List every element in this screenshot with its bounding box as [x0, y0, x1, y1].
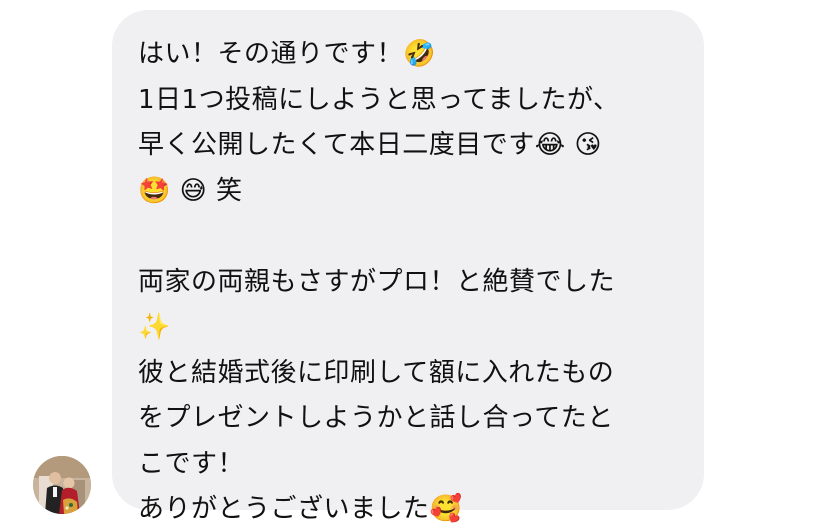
message-bubble[interactable]: はい！その通りです！🤣 1日1つ投稿にしようと思ってましたが、 早く公開したくて… — [112, 10, 704, 524]
message-line-1: はい！その通りです！🤣 — [138, 39, 436, 69]
message-line-7: ✨ — [138, 312, 171, 342]
message-line-8: 彼と結婚式後に印刷して額に入れたもの — [138, 357, 615, 388]
message-line-3: 早く公開したくて本日二度目です😂 😘 — [138, 130, 602, 160]
chat-screen: はい！その通りです！🤣 1日1つ投稿にしようと思ってましたが、 早く公開したくて… — [0, 0, 828, 527]
message-line-2: 1日1つ投稿にしようと思ってましたが、 — [138, 84, 620, 115]
message-line-9: をプレゼントしようかと話し合ってたと — [138, 403, 614, 433]
message-line-6: 両家の両親もさすがプロ！と絶賛でした — [138, 266, 616, 297]
message-line-5 — [138, 214, 680, 260]
sender-avatar[interactable] — [33, 456, 91, 514]
message-line-4: 🤩 😅 笑 — [138, 175, 243, 206]
avatar-photo-icon — [33, 456, 91, 514]
message-line-10: こです！ — [138, 448, 245, 479]
message-line-11: ありがとうございました🥰 — [138, 494, 463, 524]
